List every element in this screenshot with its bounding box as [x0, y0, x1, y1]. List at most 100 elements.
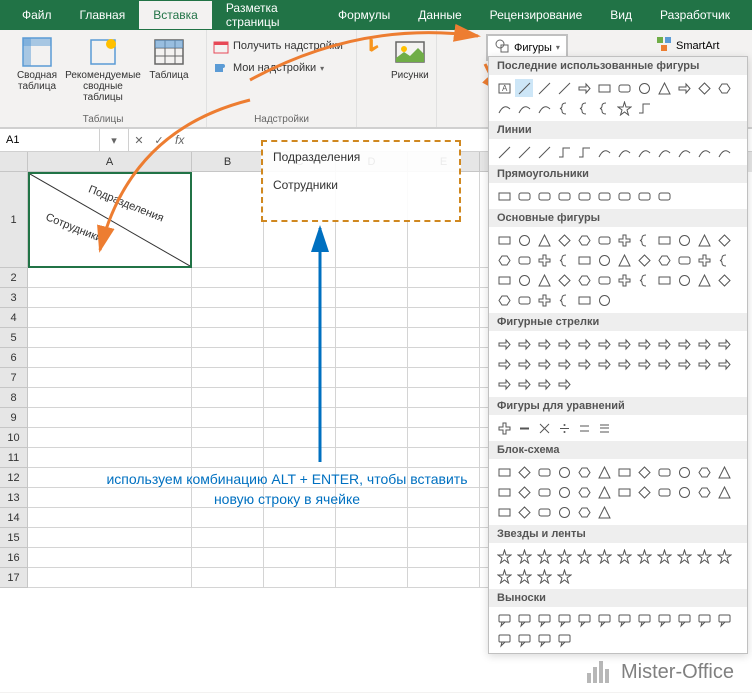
shape-item[interactable]	[695, 463, 713, 481]
shape-item[interactable]	[495, 419, 513, 437]
shape-item[interactable]	[515, 99, 533, 117]
row-header-4[interactable]: 4	[0, 308, 28, 328]
shape-item[interactable]	[575, 419, 593, 437]
tab-developer[interactable]: Разработчик	[646, 1, 744, 29]
shape-item[interactable]: A	[495, 79, 513, 97]
shape-item[interactable]	[535, 79, 553, 97]
cell[interactable]	[264, 268, 336, 288]
shape-item[interactable]	[575, 503, 593, 521]
shape-item[interactable]	[535, 231, 553, 249]
cell[interactable]	[264, 448, 336, 468]
cell[interactable]	[192, 268, 264, 288]
shape-item[interactable]	[675, 231, 693, 249]
tab-review[interactable]: Рецензирование	[476, 1, 597, 29]
cell[interactable]	[192, 408, 264, 428]
cell[interactable]	[408, 548, 480, 568]
shape-item[interactable]	[515, 231, 533, 249]
shape-item[interactable]	[515, 375, 533, 393]
shape-item[interactable]	[635, 463, 653, 481]
shape-item[interactable]	[715, 79, 733, 97]
shape-item[interactable]	[615, 251, 633, 269]
shape-item[interactable]	[495, 463, 513, 481]
tab-home[interactable]: Главная	[66, 1, 140, 29]
shape-item[interactable]	[695, 271, 713, 289]
cell[interactable]	[28, 428, 192, 448]
shape-item[interactable]	[575, 463, 593, 481]
shape-item[interactable]	[515, 483, 533, 501]
shape-item[interactable]	[595, 231, 613, 249]
shape-item[interactable]	[535, 143, 553, 161]
shape-item[interactable]	[555, 99, 573, 117]
shape-item[interactable]	[715, 143, 733, 161]
shape-item[interactable]	[695, 143, 713, 161]
shape-item[interactable]	[575, 187, 593, 205]
shape-item[interactable]	[555, 271, 573, 289]
shape-item[interactable]	[495, 231, 513, 249]
cell[interactable]	[264, 328, 336, 348]
get-addins-button[interactable]: Получить надстройки	[213, 38, 350, 54]
pictures-button[interactable]: Рисунки	[389, 34, 431, 127]
row-header-7[interactable]: 7	[0, 368, 28, 388]
shape-item[interactable]	[595, 419, 613, 437]
shape-item[interactable]	[695, 611, 713, 629]
row-header-1[interactable]: 1	[0, 172, 28, 268]
cell[interactable]	[408, 428, 480, 448]
cell[interactable]	[336, 308, 408, 328]
shape-item[interactable]	[675, 271, 693, 289]
shape-item[interactable]	[715, 611, 733, 629]
shape-item[interactable]	[555, 503, 573, 521]
shape-item[interactable]	[515, 503, 533, 521]
shape-item[interactable]	[595, 187, 613, 205]
shape-item[interactable]	[535, 187, 553, 205]
shape-item[interactable]	[495, 375, 513, 393]
row-header-5[interactable]: 5	[0, 328, 28, 348]
cancel-icon[interactable]: ✕	[129, 130, 149, 150]
shape-item[interactable]	[675, 483, 693, 501]
shape-item[interactable]	[595, 143, 613, 161]
cell[interactable]	[408, 268, 480, 288]
shape-item[interactable]	[615, 271, 633, 289]
bing-button[interactable]	[363, 34, 385, 127]
cell[interactable]	[408, 408, 480, 428]
cell[interactable]	[336, 328, 408, 348]
shape-item[interactable]	[495, 483, 513, 501]
shape-item[interactable]	[575, 547, 593, 565]
shape-item[interactable]	[535, 99, 553, 117]
shape-item[interactable]	[595, 611, 613, 629]
shape-item[interactable]	[615, 463, 633, 481]
shape-item[interactable]	[615, 335, 633, 353]
cell[interactable]	[336, 508, 408, 528]
row-header-9[interactable]: 9	[0, 408, 28, 428]
shape-item[interactable]	[675, 355, 693, 373]
tab-view[interactable]: Вид	[596, 1, 646, 29]
pivot-table-button[interactable]: Сводная таблица	[6, 34, 68, 114]
shape-item[interactable]	[515, 567, 533, 585]
shape-item[interactable]	[715, 355, 733, 373]
cell[interactable]	[28, 268, 192, 288]
shape-item[interactable]	[555, 187, 573, 205]
shape-item[interactable]	[535, 419, 553, 437]
my-addins-button[interactable]: Мои надстройки ▾	[213, 60, 350, 76]
shape-item[interactable]	[495, 251, 513, 269]
cell[interactable]	[28, 308, 192, 328]
shape-item[interactable]	[615, 355, 633, 373]
shape-item[interactable]	[535, 483, 553, 501]
cell[interactable]	[264, 528, 336, 548]
shape-item[interactable]	[635, 231, 653, 249]
recommended-pivot-button[interactable]: Рекомендуемые сводные таблицы	[72, 34, 134, 114]
shape-item[interactable]	[495, 503, 513, 521]
shape-item[interactable]	[495, 143, 513, 161]
shape-item[interactable]	[695, 251, 713, 269]
cell[interactable]	[264, 548, 336, 568]
cell[interactable]	[264, 388, 336, 408]
shape-item[interactable]	[655, 483, 673, 501]
shape-item[interactable]	[595, 483, 613, 501]
shape-item[interactable]	[575, 611, 593, 629]
shape-item[interactable]	[695, 231, 713, 249]
shape-item[interactable]	[675, 143, 693, 161]
shape-item[interactable]	[695, 79, 713, 97]
shape-item[interactable]	[575, 251, 593, 269]
cell[interactable]	[192, 348, 264, 368]
cell[interactable]	[264, 308, 336, 328]
shape-item[interactable]	[675, 463, 693, 481]
